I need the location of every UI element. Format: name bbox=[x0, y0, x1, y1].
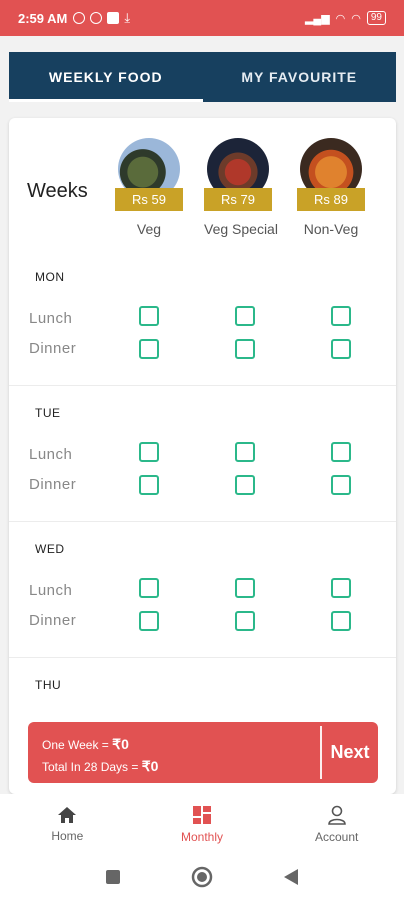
battery-icon: 99 bbox=[366, 11, 386, 25]
home-icon bbox=[58, 806, 77, 823]
next-button[interactable]: Next bbox=[322, 722, 378, 783]
price-badge: Rs 79 bbox=[204, 188, 272, 211]
whatsapp-icon bbox=[90, 12, 103, 24]
total-label: Total In 28 Days = bbox=[42, 760, 142, 774]
checkbox-tue-lunch-non-veg[interactable] bbox=[331, 442, 351, 462]
status-bar: 2:59 AM ⤓ ▂▄▆ ◠ ◠ 99 bbox=[0, 0, 404, 36]
total-value: ₹0 bbox=[141, 758, 159, 774]
system-nav-bar bbox=[0, 854, 404, 900]
checkbox-wed-lunch-veg-special[interactable] bbox=[235, 578, 255, 598]
checkbox-mon-lunch-veg[interactable] bbox=[139, 306, 159, 326]
home-circle-icon[interactable] bbox=[191, 866, 213, 888]
plan-name: Veg bbox=[136, 221, 162, 237]
status-time: 2:59 AM bbox=[18, 10, 68, 26]
nav-account[interactable]: Account bbox=[269, 794, 404, 854]
day-label: THU bbox=[35, 678, 62, 692]
tab-weekly-food[interactable]: WEEKLY FOOD bbox=[9, 52, 203, 102]
bottom-nav: Home Monthly Account bbox=[0, 794, 404, 854]
meal-label-lunch: Lunch bbox=[29, 582, 73, 599]
checkbox-tue-dinner-veg-special[interactable] bbox=[235, 475, 255, 495]
meal-label-dinner: Dinner bbox=[29, 340, 77, 357]
plan-name: Non-Veg bbox=[303, 221, 359, 237]
weeks-label: Weeks bbox=[27, 180, 88, 202]
nav-label: Account bbox=[315, 829, 359, 844]
tab-bar: WEEKLY FOOD MY FAVOURITE bbox=[9, 52, 396, 102]
wifi2-icon: ◠ bbox=[351, 12, 361, 25]
checkbox-wed-dinner-veg[interactable] bbox=[139, 611, 159, 631]
one-week-label: One Week = bbox=[42, 738, 113, 752]
checkbox-wed-lunch-veg[interactable] bbox=[139, 578, 159, 598]
plan-veg-special[interactable]: Rs 79 Veg Special bbox=[204, 138, 278, 237]
download-icon: ⤓ bbox=[124, 10, 131, 25]
summary-separator bbox=[320, 726, 322, 779]
nav-label: Monthly bbox=[180, 829, 224, 844]
notification-icons: ⤓ bbox=[73, 10, 130, 26]
plan-non-veg[interactable]: Rs 89 Non-Veg bbox=[297, 138, 365, 237]
one-week-value: ₹0 bbox=[112, 736, 129, 752]
checkbox-tue-lunch-veg[interactable] bbox=[139, 442, 159, 462]
status-right: ▂▄▆ ◠ ◠ 99 bbox=[305, 11, 386, 25]
checkbox-wed-dinner-veg-special[interactable] bbox=[235, 611, 255, 631]
tab-my-favourite[interactable]: MY FAVOURITE bbox=[203, 52, 397, 102]
alarm-icon bbox=[73, 12, 86, 24]
checkbox-tue-dinner-veg[interactable] bbox=[139, 475, 159, 495]
app-notification-icon bbox=[107, 12, 120, 24]
checkbox-wed-dinner-non-veg[interactable] bbox=[331, 611, 351, 631]
plan-veg[interactable]: Rs 59 Veg bbox=[115, 138, 183, 237]
meal-label-dinner: Dinner bbox=[29, 476, 77, 493]
checkbox-mon-lunch-veg-special[interactable] bbox=[235, 306, 255, 326]
plan-name: Veg Special bbox=[204, 221, 278, 237]
nav-label: Home bbox=[51, 828, 84, 843]
meal-label-lunch: Lunch bbox=[29, 446, 73, 463]
divider bbox=[9, 657, 396, 658]
price-badge: Rs 89 bbox=[297, 188, 365, 211]
day-label: MON bbox=[35, 270, 65, 284]
checkbox-tue-lunch-veg-special[interactable] bbox=[235, 442, 255, 462]
grid-icon bbox=[193, 805, 211, 824]
divider bbox=[9, 521, 396, 522]
meal-label-lunch: Lunch bbox=[29, 310, 73, 327]
divider bbox=[9, 385, 396, 386]
wifi-icon: ◠ bbox=[335, 12, 346, 25]
back-icon[interactable] bbox=[283, 868, 299, 886]
day-label: WED bbox=[35, 542, 65, 556]
day-label: TUE bbox=[35, 406, 61, 420]
recents-icon[interactable] bbox=[105, 869, 121, 885]
order-summary-bar: One Week = ₹0 Total In 28 Days = ₹0 Next bbox=[28, 722, 378, 783]
nav-monthly[interactable]: Monthly bbox=[135, 794, 270, 854]
signal-icon: ▂▄▆ bbox=[304, 12, 330, 25]
checkbox-mon-lunch-non-veg[interactable] bbox=[331, 306, 351, 326]
meal-label-dinner: Dinner bbox=[29, 612, 77, 629]
weekly-plan-card: Weeks Rs 59 Veg Rs 79 Veg Special Rs 89 … bbox=[9, 118, 396, 794]
one-week-total: One Week = ₹0 bbox=[42, 734, 306, 756]
user-icon bbox=[327, 805, 346, 825]
summary-text: One Week = ₹0 Total In 28 Days = ₹0 bbox=[28, 722, 320, 783]
checkbox-mon-dinner-veg-special[interactable] bbox=[235, 339, 255, 359]
price-badge: Rs 59 bbox=[115, 188, 183, 211]
checkbox-mon-dinner-veg[interactable] bbox=[139, 339, 159, 359]
checkbox-wed-lunch-non-veg[interactable] bbox=[331, 578, 351, 598]
checkbox-mon-dinner-non-veg[interactable] bbox=[331, 339, 351, 359]
nav-home[interactable]: Home bbox=[0, 794, 135, 854]
checkbox-tue-dinner-non-veg[interactable] bbox=[331, 475, 351, 495]
total-28-days: Total In 28 Days = ₹0 bbox=[42, 756, 306, 778]
